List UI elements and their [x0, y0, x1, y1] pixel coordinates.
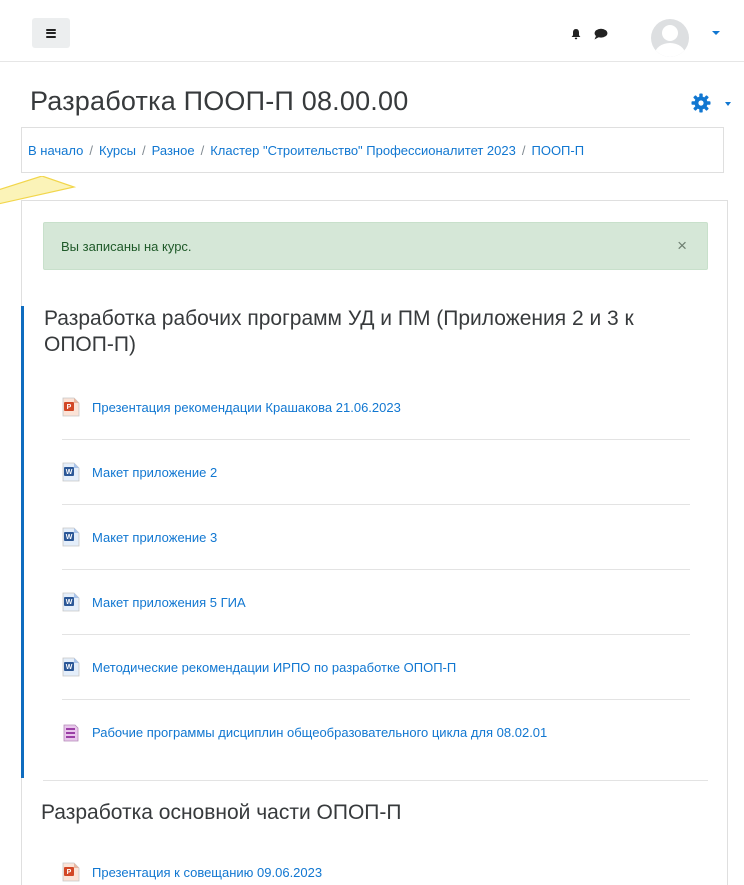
enrolment-alert: Вы записаны на курс. × — [43, 222, 708, 270]
activity-link[interactable]: Методические рекомендации ИРПО по разраб… — [92, 660, 456, 675]
avatar-head — [662, 25, 678, 41]
activity-link[interactable]: Макет приложение 2 — [92, 465, 217, 480]
activity-item[interactable]: P Презентация рекомендации Крашакова 21.… — [62, 375, 690, 440]
breadcrumb-separator: / — [200, 142, 205, 158]
gear-icon[interactable] — [691, 93, 711, 113]
word-icon: W — [62, 527, 80, 547]
breadcrumb: В начало / Курсы / Разное / Кластер "Стр… — [21, 127, 724, 173]
avatar-shoulders — [655, 43, 685, 57]
alert-message: Вы записаны на курс. — [61, 238, 192, 254]
folder-icon — [63, 724, 79, 741]
word-icon: W — [62, 592, 80, 612]
close-icon[interactable]: × — [677, 237, 687, 255]
svg-text:W: W — [66, 534, 73, 541]
breadcrumb-cluster[interactable]: Кластер "Строительство" Профессионалитет… — [210, 143, 516, 158]
svg-text:W: W — [66, 599, 73, 606]
avatar[interactable] — [651, 19, 689, 57]
svg-text:P: P — [67, 404, 72, 411]
activity-link[interactable]: Презентация к совещанию 09.06.2023 — [92, 865, 322, 880]
breadcrumb-separator: / — [521, 142, 526, 158]
top-navbar — [0, 0, 744, 62]
breadcrumb-course[interactable]: ПООП-П — [531, 143, 584, 158]
chat-icon[interactable] — [593, 28, 609, 40]
breadcrumb-courses[interactable]: Курсы — [99, 143, 136, 158]
powerpoint-icon: P — [62, 397, 80, 417]
activity-item[interactable]: Рабочие программы дисциплин общеобразова… — [62, 700, 690, 765]
breadcrumb-misc[interactable]: Разное — [152, 143, 195, 158]
chevron-down-icon[interactable] — [712, 31, 720, 35]
svg-text:W: W — [66, 469, 73, 476]
page-title: Разработка ПООП-П 08.00.00 — [30, 86, 409, 116]
breadcrumb-separator: / — [89, 142, 93, 158]
chevron-down-icon[interactable] — [725, 102, 731, 106]
bell-icon[interactable] — [570, 28, 582, 40]
activity-item[interactable]: W Методические рекомендации ИРПО по разр… — [62, 635, 690, 700]
powerpoint-icon: P — [62, 862, 80, 882]
breadcrumb-home[interactable]: В начало — [28, 143, 83, 158]
activity-item[interactable]: P Презентация к совещанию 09.06.2023 — [62, 842, 690, 885]
section-divider — [43, 780, 708, 781]
activity-link[interactable]: Рабочие программы дисциплин общеобразова… — [92, 725, 547, 740]
activity-item[interactable]: W Макет приложение 2 — [62, 440, 690, 505]
svg-text:W: W — [66, 664, 73, 671]
svg-text:P: P — [67, 869, 72, 876]
word-icon: W — [62, 462, 80, 482]
word-icon: W — [62, 657, 80, 677]
activity-item[interactable]: W Макет приложения 5 ГИА — [62, 570, 690, 635]
menu-toggle-button[interactable] — [32, 18, 70, 48]
activity-link[interactable]: Макет приложения 5 ГИА — [92, 595, 246, 610]
activity-item[interactable]: W Макет приложение 3 — [62, 505, 690, 570]
activity-link[interactable]: Презентация рекомендации Крашакова 21.06… — [92, 400, 401, 415]
section-title: Разработка рабочих программ УД и ПМ (При… — [44, 307, 634, 356]
hamburger-icon — [46, 28, 56, 38]
activity-link[interactable]: Макет приложение 3 — [92, 530, 217, 545]
breadcrumb-separator: / — [142, 142, 146, 158]
section-title: Разработка основной части ОПОП-П — [41, 801, 402, 824]
